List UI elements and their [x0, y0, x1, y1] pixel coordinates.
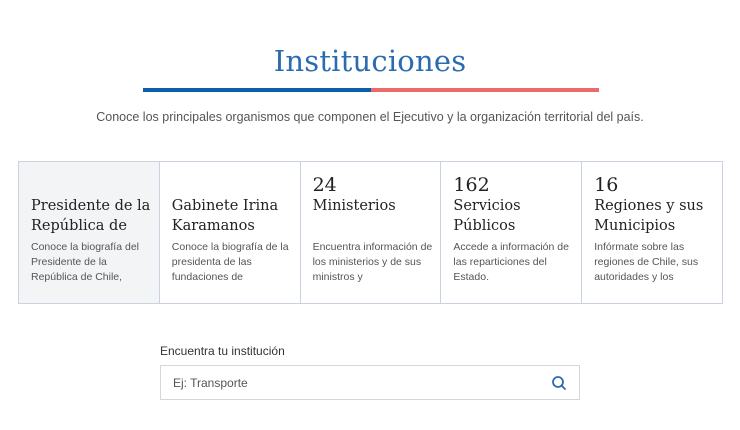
search-input[interactable]	[161, 366, 555, 399]
card-description: Accede a información de las reparticione…	[453, 241, 569, 283]
card-regiones[interactable]: 16 Regiones y sus Municipios Infórmate s…	[581, 162, 722, 303]
card-count: 24	[312, 174, 337, 196]
card-count: 162	[453, 174, 490, 196]
card-title: Regiones y sus Municipios	[594, 198, 704, 234]
search-box	[160, 365, 580, 400]
card-description: Infórmate sobre las regiones de Chile, s…	[594, 241, 699, 283]
card-description: Encuentra información de los ministerios…	[312, 241, 433, 283]
card-title: Servicios Públicos	[453, 198, 521, 234]
card-description: Conoce la biografía de la presidenta de …	[171, 241, 289, 283]
card-title: Gabinete Irina Karamanos	[171, 198, 279, 234]
title-underline-red	[371, 88, 599, 92]
page-title: Instituciones	[273, 44, 467, 78]
card-servicios-publicos[interactable]: 162 Servicios Públicos Accede a informac…	[440, 162, 581, 303]
institution-cards: Presidente de la República de Conoce la …	[18, 161, 723, 304]
card-gabinete[interactable]: Gabinete Irina Karamanos Conoce la biogr…	[158, 162, 300, 303]
card-description: Conoce la biografía del Presidente de la…	[31, 241, 139, 283]
page-subtitle: Conoce los principales organismos que co…	[96, 110, 644, 124]
card-presidente[interactable]: Presidente de la República de Conoce la …	[19, 162, 159, 303]
card-count: 16	[594, 174, 619, 196]
search-label: Encuentra tu institución	[160, 344, 285, 358]
card-ministerios[interactable]: 24 Ministerios Encuentra información de …	[299, 162, 441, 303]
card-title: Ministerios	[312, 198, 396, 214]
search-icon[interactable]	[551, 375, 567, 391]
title-underline-blue	[143, 88, 371, 92]
card-title: Presidente de la República de	[31, 198, 151, 234]
